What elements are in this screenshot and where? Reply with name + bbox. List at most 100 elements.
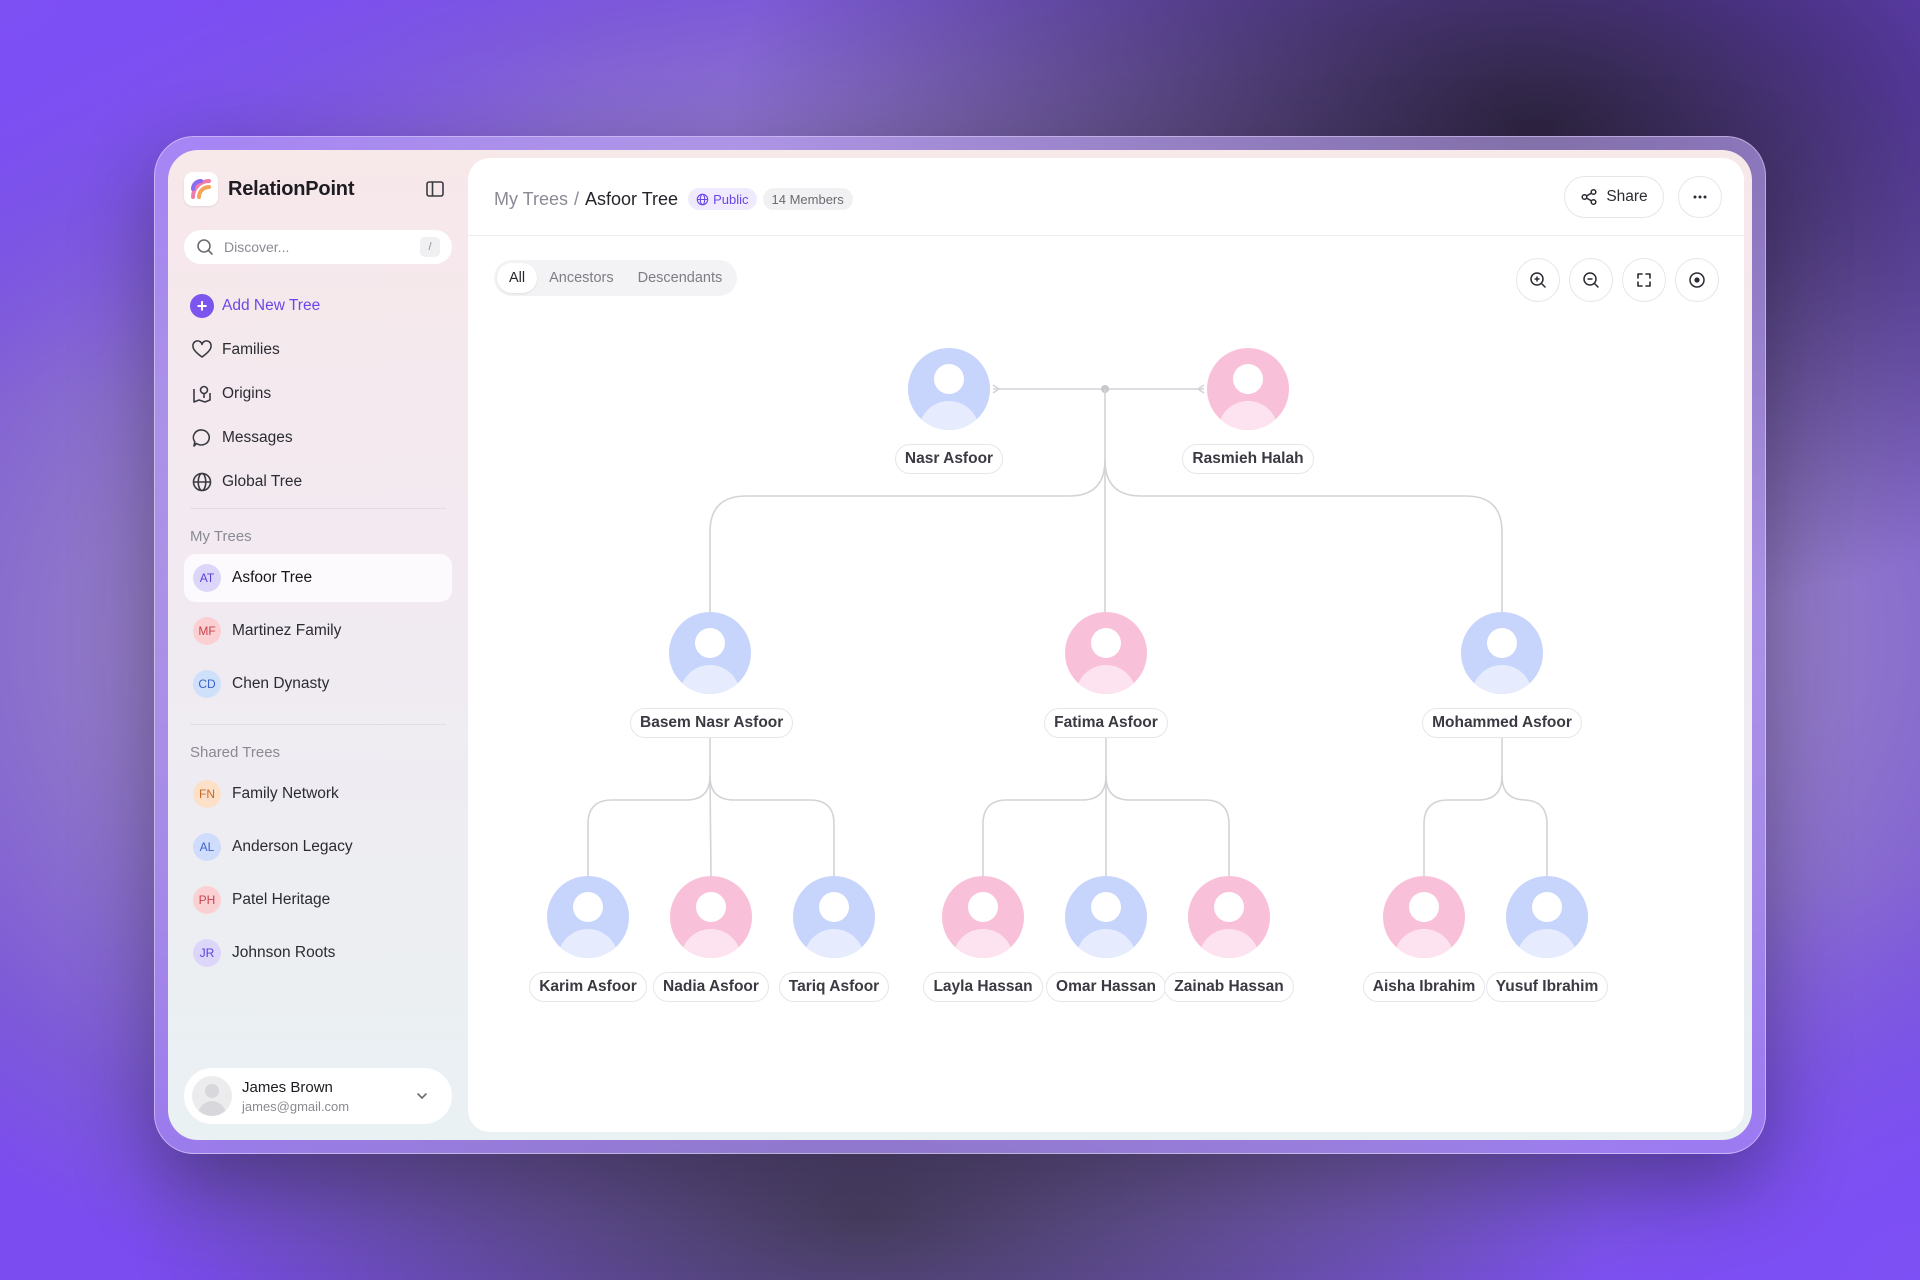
sidebar-item-label: Martinez Family: [232, 622, 342, 639]
tree-connector-line: [982, 775, 1107, 876]
person-avatar-icon: [1065, 612, 1147, 694]
sidebar-item-johnson-roots[interactable]: JR Johnson Roots: [184, 929, 452, 977]
nav-item-global-tree[interactable]: Global Tree: [190, 460, 320, 504]
shared-trees-list: FN Family Network AL Anderson Legacy PH Patel…: [184, 770, 452, 982]
tab-ancestors[interactable]: Ancestors: [537, 263, 625, 293]
tree-initials-badge: PH: [193, 886, 221, 914]
person-node-basem-nasr-asfoor[interactable]: Basem Nasr Asfoor: [630, 612, 794, 738]
sidebar-item-label: Asfoor Tree: [232, 569, 313, 586]
person-node-mohammed-asfoor[interactable]: Mohammed Asfoor: [1422, 612, 1582, 738]
sidebar-item-label: Family Network: [232, 785, 339, 802]
visibility-label: Public: [713, 191, 749, 207]
tree-initials-badge: JR: [193, 939, 221, 967]
tree-connector-line: [709, 779, 712, 877]
target-icon: [1689, 272, 1705, 288]
members-count-badge: 14 Members: [762, 188, 853, 210]
app-logo: [184, 172, 218, 206]
person-node-nasr-asfoor[interactable]: Nasr Asfoor: [869, 348, 1029, 474]
person-node-fatima-asfoor[interactable]: Fatima Asfoor: [1026, 612, 1186, 738]
sidebar-item-label: Johnson Roots: [232, 944, 336, 961]
tree-connector-line: [709, 459, 1106, 612]
person-node-rasmieh-halah[interactable]: Rasmieh Halah: [1168, 348, 1328, 474]
sidebar-toggle-icon[interactable]: [424, 178, 446, 200]
tree-connector-line: [1104, 459, 1503, 612]
divider: [190, 724, 446, 725]
tree-connector-line: [709, 775, 835, 876]
tree-canvas: Nasr Asfoor Rasmieh Halah Basem Nasr Asfoo…: [468, 158, 1744, 1132]
tab-all[interactable]: All: [497, 263, 538, 293]
fullscreen-button[interactable]: [1622, 258, 1666, 302]
my-trees-heading: My Trees: [190, 528, 252, 545]
recenter-button[interactable]: [1675, 258, 1719, 302]
sidebar-item-patel-heritage[interactable]: PH Patel Heritage: [184, 876, 452, 924]
person-name-label: Tariq Asfoor: [778, 972, 890, 1002]
person-avatar-icon: [1506, 876, 1588, 958]
sidebar-item-label: Chen Dynasty: [232, 675, 330, 692]
share-button[interactable]: Share: [1564, 176, 1664, 218]
tab-descendants[interactable]: Descendants: [626, 263, 735, 293]
person-avatar-icon: [547, 876, 629, 958]
globe-icon: [190, 470, 214, 494]
view-tabs: All Ancestors Descendants: [494, 260, 738, 296]
share-icon: [1581, 188, 1597, 206]
person-name-label: Layla Hassan: [923, 972, 1043, 1002]
sidebar-item-chen-dynasty[interactable]: CD Chen Dynasty: [184, 660, 452, 708]
person-node-zainab-hassan[interactable]: Zainab Hassan: [1149, 876, 1309, 1002]
user-menu[interactable]: James Brown james@gmail.com: [184, 1068, 452, 1124]
person-avatar-icon: [1461, 612, 1543, 694]
nav-label: Messages: [222, 429, 293, 446]
person-avatar-icon: [1188, 876, 1270, 958]
person-node-tariq-asfoor[interactable]: Tariq Asfoor: [754, 876, 914, 1002]
sidebar-item-family-network[interactable]: FN Family Network: [184, 770, 452, 818]
sidebar-item-martinez-family[interactable]: MF Martinez Family: [184, 607, 452, 655]
person-avatar-icon: [1383, 876, 1465, 958]
zoom-out-icon: [1583, 272, 1599, 288]
zoom-out-button[interactable]: [1569, 258, 1613, 302]
share-label: Share: [1606, 188, 1648, 205]
search-input[interactable]: Discover... /: [184, 230, 452, 264]
main-panel: My Trees / Asfoor Tree Public 14 Members…: [468, 158, 1744, 1132]
add-new-tree-button[interactable]: + Add New Tree: [190, 284, 320, 328]
tree-initials-badge: CD: [193, 670, 221, 698]
more-options-button[interactable]: [1678, 176, 1722, 218]
globe-icon: [696, 193, 709, 205]
tree-initials-badge: AL: [193, 833, 221, 861]
person-name-label: Nasr Asfoor: [894, 444, 1004, 474]
nav-label: Origins: [222, 385, 272, 402]
tree-initials-badge: MF: [193, 617, 221, 645]
expand-icon: [1637, 273, 1651, 287]
page-header: My Trees / Asfoor Tree Public 14 Members…: [468, 158, 1744, 236]
person-avatar-icon: [908, 348, 990, 430]
chevron-down-icon: [417, 1093, 427, 1099]
tree-initials-badge: AT: [193, 564, 221, 592]
breadcrumb-my-trees[interactable]: My Trees: [494, 189, 568, 210]
tree-connector-line: [1423, 775, 1503, 876]
brand[interactable]: RelationPoint: [184, 172, 354, 206]
sidebar-item-label: Anderson Legacy: [232, 838, 353, 855]
nav-item-families[interactable]: Families: [190, 328, 320, 372]
person-node-yusuf-ibrahim[interactable]: Yusuf Ibrahim: [1467, 876, 1627, 1002]
nav-label: Add New Tree: [222, 297, 321, 314]
person-avatar-icon: [793, 876, 875, 958]
more-horizontal-icon: [1693, 195, 1707, 199]
person-avatar-icon: [1207, 348, 1289, 430]
person-name-label: Zainab Hassan: [1164, 972, 1294, 1002]
search-placeholder: Discover...: [224, 239, 290, 255]
sidebar-item-anderson-legacy[interactable]: AL Anderson Legacy: [184, 823, 452, 871]
main-nav: + Add New Tree Families Origins Messages…: [190, 284, 320, 504]
nav-label: Families: [222, 341, 280, 358]
shared-trees-heading: Shared Trees: [190, 744, 281, 761]
person-name-label: Rasmieh Halah: [1182, 444, 1314, 474]
sidebar-item-asfoor-tree[interactable]: AT Asfoor Tree: [184, 554, 452, 602]
plus-icon: +: [190, 294, 214, 318]
zoom-in-button[interactable]: [1516, 258, 1560, 302]
search-icon: [197, 239, 213, 255]
nav-item-messages[interactable]: Messages: [190, 416, 320, 460]
person-name-label: Fatima Asfoor: [1044, 708, 1168, 738]
tree-initials-badge: FN: [193, 780, 221, 808]
nav-item-origins[interactable]: Origins: [190, 372, 320, 416]
tree-connector-line: [587, 775, 711, 876]
person-avatar-icon: [670, 876, 752, 958]
sidebar-item-label: Patel Heritage: [232, 891, 331, 908]
person-avatar-icon: [669, 612, 751, 694]
